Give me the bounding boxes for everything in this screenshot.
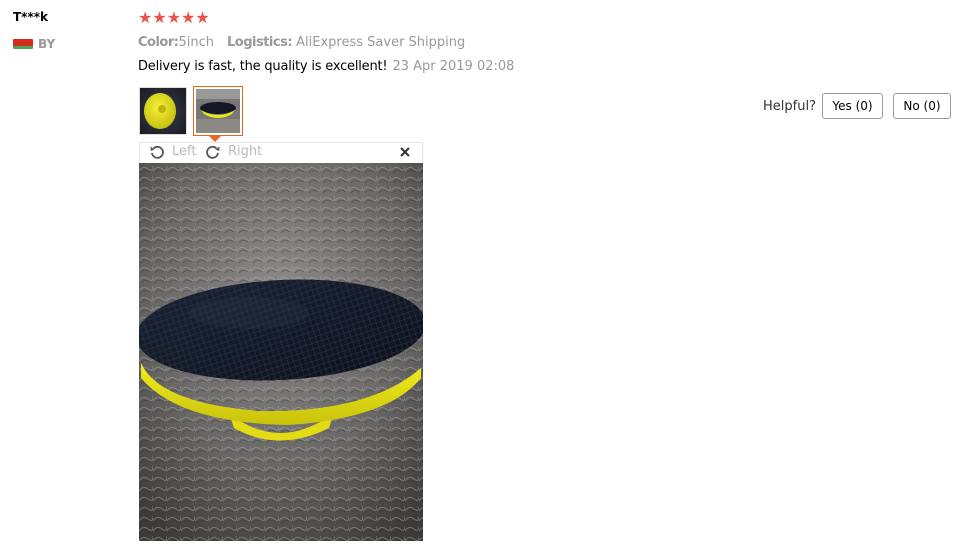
star-rating: ★★★★★ <box>138 9 210 27</box>
sanding-pad-photo <box>139 163 423 541</box>
black-pad-image <box>196 89 240 133</box>
star-icon: ★ <box>195 8 210 27</box>
star-icon: ★ <box>152 8 167 27</box>
review-date: 23 Apr 2019 02:08 <box>392 59 515 74</box>
helpful-label: Helpful? <box>763 99 816 114</box>
reviewer-country: BY <box>38 37 56 51</box>
star-icon: ★ <box>166 8 182 27</box>
rotate-left-icon[interactable] <box>149 144 165 160</box>
photo-thumbnail-2-selected[interactable] <box>193 86 243 136</box>
photo-thumbnail-1[interactable] <box>139 87 187 135</box>
rotate-right-button[interactable]: Right <box>228 144 262 159</box>
star-icon: ★ <box>138 8 153 27</box>
review-photo-large <box>139 163 423 541</box>
helpful-yes-button[interactable]: Yes (0) <box>822 93 883 119</box>
color-value: 5inch <box>178 35 214 50</box>
logistics-value: AliExpress Saver Shipping <box>296 35 466 50</box>
color-key: Color: <box>138 35 179 50</box>
order-details: Color:5inch Logistics: AliExpress Saver S… <box>138 35 465 50</box>
flag-red-band <box>13 39 33 46</box>
review-text: Delivery is fast, the quality is excelle… <box>138 59 388 74</box>
helpful-no-button[interactable]: No (0) <box>893 93 951 119</box>
rotate-right-icon[interactable] <box>205 144 221 160</box>
review-content: Delivery is fast, the quality is excelle… <box>138 59 514 74</box>
country-flag-icon <box>13 39 33 49</box>
rotate-left-button[interactable]: Left <box>172 144 196 159</box>
star-icon: ★ <box>181 8 196 27</box>
yellow-pad-image <box>140 88 186 134</box>
flag-green-band <box>13 46 33 49</box>
logistics-key: Logistics: <box>226 35 293 50</box>
close-icon[interactable] <box>399 146 411 158</box>
reviewer-name: T***k <box>13 10 48 24</box>
